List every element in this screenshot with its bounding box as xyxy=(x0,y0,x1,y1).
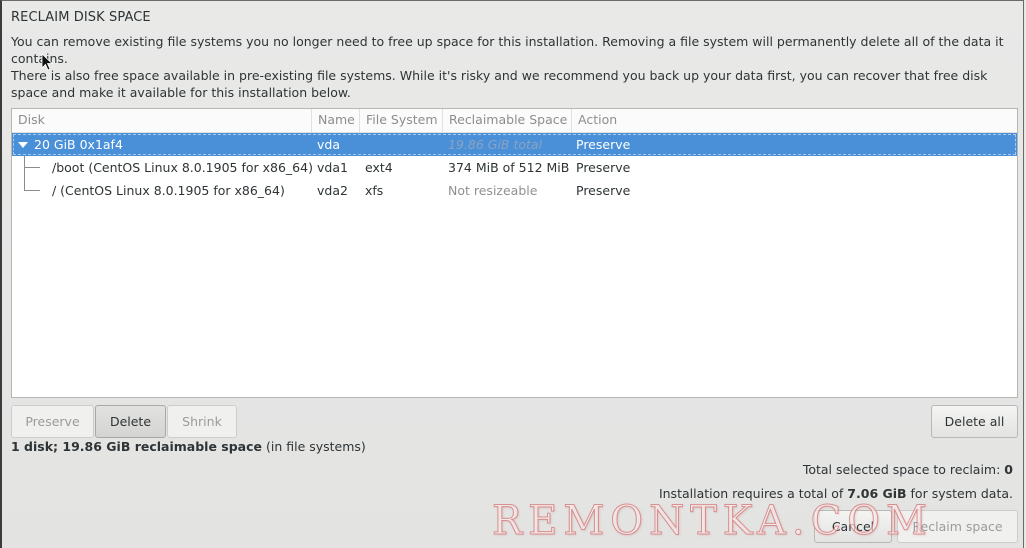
cancel-button[interactable]: Cancel xyxy=(814,510,892,543)
requirement-suffix: for system data. xyxy=(906,486,1013,501)
column-header-name[interactable]: Name xyxy=(312,109,360,132)
column-header-reclaimable-space[interactable]: Reclaimable Space xyxy=(443,109,572,132)
name-cell: vda2 xyxy=(317,183,348,198)
disk-cell: 20 GiB 0x1af4 xyxy=(34,137,123,152)
info-paragraph-remove: You can remove existing file systems you… xyxy=(11,34,1004,66)
column-header-disk[interactable]: Disk xyxy=(12,109,312,132)
summary-bold-text: 1 disk; 19.86 GiB reclaimable space xyxy=(11,439,262,454)
table-row-partition[interactable]: /boot (CentOS Linux 8.0.1905 for x86_64)… xyxy=(12,156,1017,179)
reclaimable-summary: 1 disk; 19.86 GiB reclaimable space (in … xyxy=(11,439,366,454)
filesystem-cell: xfs xyxy=(365,183,384,198)
reclaim-space-button[interactable]: Reclaim space xyxy=(897,510,1018,543)
installation-requirement-text: Installation requires a total of 7.06 Gi… xyxy=(659,486,1013,501)
preserve-button[interactable]: Preserve xyxy=(11,405,94,438)
total-selected-text: Total selected space to reclaim: 0 xyxy=(803,462,1013,477)
table-header: Disk Name File System Reclaimable Space … xyxy=(12,109,1017,133)
filesystem-cell: ext4 xyxy=(365,160,393,175)
name-cell: vda1 xyxy=(317,160,348,175)
dialog-title: RECLAIM DISK SPACE xyxy=(11,10,151,25)
table-row-disk[interactable]: 20 GiB 0x1af4 vda 19.86 GiB total Preser… xyxy=(12,133,1017,156)
mouse-pointer-icon xyxy=(41,53,54,71)
disk-cell: /boot (CentOS Linux 8.0.1905 for x86_64) xyxy=(52,160,313,175)
reclaimable-cell: 374 MiB of 512 MiB xyxy=(448,160,570,175)
requirement-prefix: Installation requires a total of xyxy=(658,486,848,501)
reclaimable-cell: Not resizeable xyxy=(448,183,538,198)
action-cell: Preserve xyxy=(576,137,631,152)
expander-triangle-icon[interactable] xyxy=(18,142,28,148)
action-cell: Preserve xyxy=(576,160,631,175)
table-row-partition[interactable]: / (CentOS Linux 8.0.1905 for x86_64) vda… xyxy=(12,179,1017,202)
column-header-action[interactable]: Action xyxy=(572,109,1017,132)
requirement-value: 7.06 GiB xyxy=(847,486,907,501)
info-paragraph-free-space: There is also free space available in pr… xyxy=(11,68,988,100)
action-cell: Preserve xyxy=(576,183,631,198)
reclaim-disk-space-dialog: RECLAIM DISK SPACE You can remove existi… xyxy=(0,0,1024,548)
shrink-button[interactable]: Shrink xyxy=(167,405,237,438)
summary-rest-text: (in file systems) xyxy=(262,439,366,454)
total-selected-value: 0 xyxy=(1004,462,1013,477)
disk-table[interactable]: Disk Name File System Reclaimable Space … xyxy=(11,108,1018,398)
reclaimable-cell: 19.86 GiB total xyxy=(448,137,543,152)
name-cell: vda xyxy=(317,137,340,152)
column-header-file-system[interactable]: File System xyxy=(360,109,443,132)
delete-button[interactable]: Delete xyxy=(95,405,166,438)
disk-cell: / (CentOS Linux 8.0.1905 for x86_64) xyxy=(52,183,285,198)
total-selected-label: Total selected space to reclaim: xyxy=(802,462,1005,477)
delete-all-button[interactable]: Delete all xyxy=(931,405,1018,438)
